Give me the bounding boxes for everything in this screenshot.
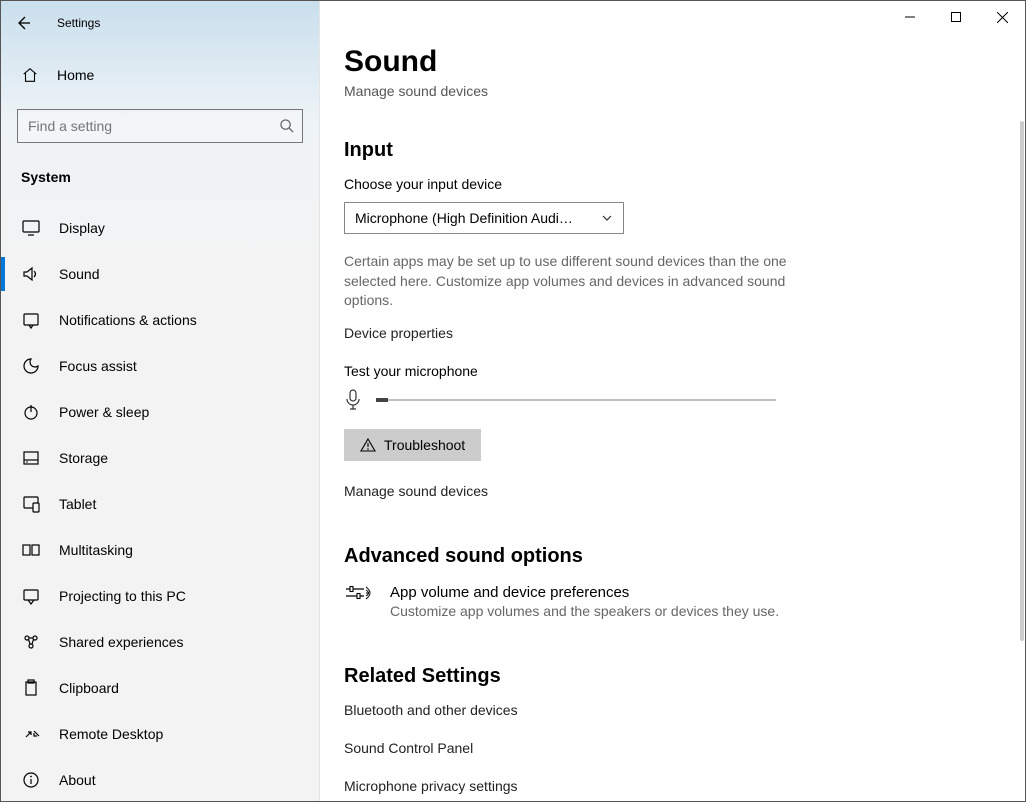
nav-list: Display Sound Notifications & actions Focus… (1, 205, 319, 801)
section-label: System (21, 169, 319, 185)
search-icon (279, 118, 294, 133)
nav-item-label: Power & sleep (59, 404, 149, 420)
close-button[interactable] (979, 1, 1025, 33)
warning-icon (360, 437, 376, 453)
mic-level-bar (376, 399, 776, 401)
nav-item-label: Projecting to this PC (59, 588, 186, 604)
content-area: Sound Manage sound devices Input Choose … (320, 1, 1025, 801)
nav-item-label: Multitasking (59, 542, 133, 558)
nav-item-label: Notifications & actions (59, 312, 197, 328)
scrollbar[interactable] (1020, 121, 1024, 641)
nav-item-label: Display (59, 220, 105, 236)
power-icon (21, 402, 41, 422)
nav-item-notifications[interactable]: Notifications & actions (1, 297, 319, 343)
manage-sound-devices-top[interactable]: Manage sound devices (344, 83, 1001, 99)
clipboard-icon (21, 678, 41, 698)
manage-sound-devices-bottom[interactable]: Manage sound devices (344, 483, 1001, 499)
nav-item-label: Tablet (59, 496, 96, 512)
input-device-value: Microphone (High Definition Audio… (355, 210, 575, 226)
app-volume-preferences[interactable]: App volume and device preferences Custom… (344, 584, 1001, 619)
nav-item-label: Shared experiences (59, 634, 184, 650)
back-button[interactable] (1, 1, 45, 45)
nav-item-about[interactable]: About (1, 757, 319, 801)
related-link-control-panel[interactable]: Sound Control Panel (344, 740, 1001, 756)
home-link[interactable]: Home (1, 55, 319, 95)
app-title: Settings (57, 16, 100, 30)
projecting-icon (21, 586, 41, 606)
page-title: Sound (344, 45, 1001, 79)
nav-item-sound[interactable]: Sound (1, 251, 319, 297)
input-header: Input (344, 139, 1001, 162)
related-header: Related Settings (344, 665, 1001, 688)
related-link-bluetooth[interactable]: Bluetooth and other devices (344, 702, 1001, 718)
choose-input-label: Choose your input device (344, 176, 1001, 192)
nav-item-remote[interactable]: Remote Desktop (1, 711, 319, 757)
device-properties-link[interactable]: Device properties (344, 325, 1001, 341)
focus-icon (21, 356, 41, 376)
nav-item-label: About (59, 772, 96, 788)
nav-item-projecting[interactable]: Projecting to this PC (1, 573, 319, 619)
nav-item-display[interactable]: Display (1, 205, 319, 251)
mic-test-row (344, 389, 1001, 411)
nav-item-multitasking[interactable]: Multitasking (1, 527, 319, 573)
nav-item-focus[interactable]: Focus assist (1, 343, 319, 389)
multitasking-icon (21, 540, 41, 560)
microphone-icon (344, 389, 362, 411)
tablet-icon (21, 494, 41, 514)
chevron-down-icon (601, 212, 613, 224)
titlebar: Settings (1, 1, 319, 45)
sliders-icon (344, 584, 372, 608)
nav-item-shared[interactable]: Shared experiences (1, 619, 319, 665)
search-box[interactable] (17, 109, 303, 143)
home-label: Home (57, 67, 94, 83)
advanced-item-desc: Customize app volumes and the speakers o… (390, 603, 779, 619)
nav-item-label: Sound (59, 266, 99, 282)
nav-item-label: Remote Desktop (59, 726, 163, 742)
nav-item-label: Clipboard (59, 680, 119, 696)
input-device-select[interactable]: Microphone (High Definition Audio… (344, 202, 624, 234)
shared-icon (21, 632, 41, 652)
test-mic-label: Test your microphone (344, 363, 1001, 379)
related-link-mic-privacy[interactable]: Microphone privacy settings (344, 778, 1001, 794)
advanced-item-title: App volume and device preferences (390, 584, 779, 601)
nav-item-power[interactable]: Power & sleep (1, 389, 319, 435)
about-icon (21, 770, 41, 790)
storage-icon (21, 448, 41, 468)
troubleshoot-label: Troubleshoot (384, 437, 465, 453)
search-input[interactable] (26, 117, 279, 135)
nav-item-clipboard[interactable]: Clipboard (1, 665, 319, 711)
sidebar: Settings Home System Display Sound Notific… (1, 1, 320, 801)
sound-icon (21, 264, 41, 284)
advanced-header: Advanced sound options (344, 545, 1001, 568)
minimize-button[interactable] (887, 1, 933, 33)
nav-item-label: Storage (59, 450, 108, 466)
input-description: Certain apps may be set up to use differ… (344, 252, 804, 311)
nav-item-storage[interactable]: Storage (1, 435, 319, 481)
display-icon (21, 218, 41, 238)
nav-item-label: Focus assist (59, 358, 137, 374)
home-icon (21, 66, 39, 84)
notifications-icon (21, 310, 41, 330)
nav-item-tablet[interactable]: Tablet (1, 481, 319, 527)
remote-icon (21, 724, 41, 744)
maximize-button[interactable] (933, 1, 979, 33)
troubleshoot-button[interactable]: Troubleshoot (344, 429, 481, 461)
